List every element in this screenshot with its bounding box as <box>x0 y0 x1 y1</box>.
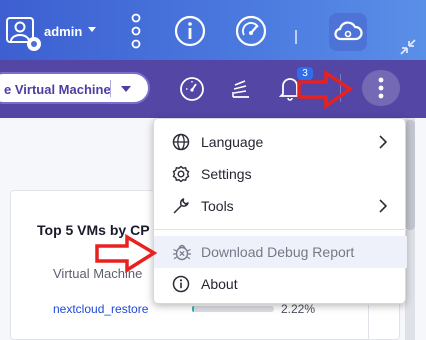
menu-item-tools[interactable]: Tools <box>154 190 407 222</box>
info-icon <box>172 275 190 293</box>
bug-icon <box>173 244 191 261</box>
annotation-arrow-icon <box>297 70 354 110</box>
cloud-button[interactable] <box>329 13 367 51</box>
usage-percent: 2.22% <box>281 302 316 316</box>
menu-item-settings[interactable]: Settings <box>154 158 407 190</box>
chevron-down-icon[interactable] <box>121 86 131 92</box>
menu-item-language[interactable]: Language <box>154 126 407 158</box>
more-menu-button[interactable] <box>362 70 400 106</box>
usage-bar-fill <box>192 306 194 312</box>
info-icon[interactable] <box>173 14 207 48</box>
user-name[interactable]: admin <box>44 24 82 39</box>
vm-selector-label: e Virtual Machine <box>4 82 111 97</box>
chevron-right-icon <box>379 199 388 213</box>
more-options-menu: Language Settings Tools Download Debug R… <box>153 118 407 304</box>
menu-item-label: Download Debug Report <box>201 244 355 260</box>
menu-item-about[interactable]: About <box>154 268 407 300</box>
divider <box>110 80 111 97</box>
annotation-arrow-icon <box>95 234 158 274</box>
tasks-stack-icon[interactable] <box>228 75 254 101</box>
user-admin-icon[interactable] <box>4 14 44 52</box>
globe-icon <box>172 133 190 151</box>
resource-monitor-icon[interactable] <box>178 75 206 103</box>
menu-item-label: Language <box>201 134 264 150</box>
collapse-icon[interactable] <box>398 38 418 56</box>
usage-bar-track <box>192 306 274 312</box>
dashboard-speed-icon[interactable] <box>234 14 268 48</box>
more-menu-icon <box>378 77 384 99</box>
vm-selector-dropdown[interactable]: e Virtual Machine <box>0 72 150 104</box>
menu-item-label: Settings <box>201 166 252 182</box>
chevron-down-icon[interactable] <box>88 27 96 32</box>
menu-item-download-debug-report[interactable]: Download Debug Report <box>154 236 407 268</box>
divider <box>368 305 369 340</box>
chevron-right-icon <box>379 135 388 149</box>
vm-link[interactable]: nextcloud_restore <box>53 302 148 316</box>
cloud-icon <box>334 21 363 41</box>
menu-divider <box>154 229 407 230</box>
divider <box>295 30 297 44</box>
gear-icon <box>172 165 190 183</box>
more-vertical-icon[interactable] <box>129 13 143 49</box>
menu-item-label: About <box>201 276 238 292</box>
wrench-icon <box>173 198 189 214</box>
menu-item-label: Tools <box>201 198 234 214</box>
